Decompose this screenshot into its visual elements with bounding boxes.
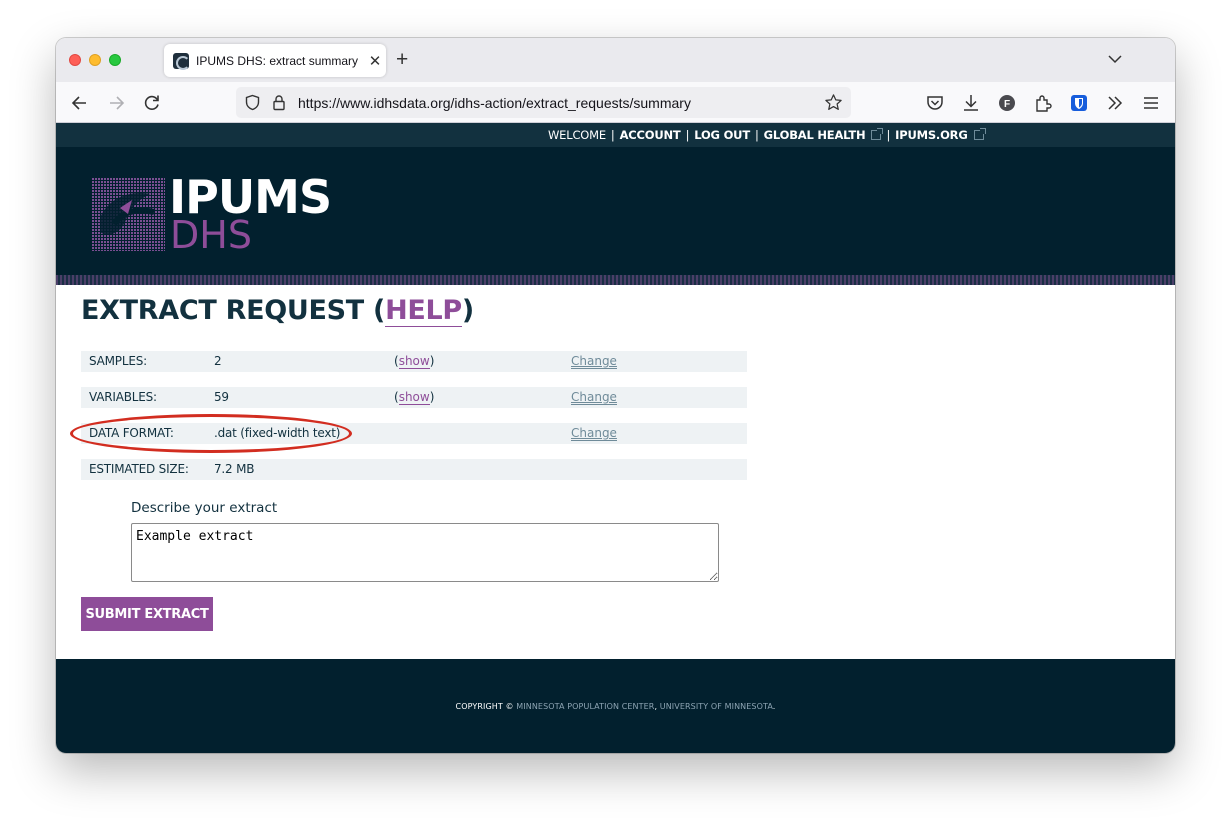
extensions-puzzle-icon[interactable]	[1033, 93, 1053, 113]
logout-link[interactable]: LOG OUT	[694, 128, 750, 142]
navigation-toolbar: https://www.idhsdata.org/idhs-action/ext…	[56, 82, 1175, 123]
hamburger-menu-icon[interactable]	[1141, 93, 1161, 113]
account-link[interactable]: ACCOUNT	[620, 128, 681, 142]
variables-change-link[interactable]: Change	[571, 390, 617, 405]
svg-text:F: F	[1004, 99, 1010, 110]
account-avatar-icon[interactable]: F	[997, 93, 1017, 113]
estimated-size-row: ESTIMATED SIZE: 7.2 MB	[81, 459, 747, 480]
pocket-icon[interactable]	[925, 93, 945, 113]
samples-label: SAMPLES:	[89, 354, 147, 368]
tab-strip: IPUMS DHS: extract summary ✕ +	[56, 38, 1175, 82]
download-icon[interactable]	[961, 93, 981, 113]
variables-show: (show)	[394, 390, 435, 405]
variables-row: VARIABLES: 59 (show) Change	[81, 387, 747, 408]
title-prefix: EXTRACT REQUEST (	[81, 295, 386, 326]
welcome-text: WELCOME	[548, 128, 606, 142]
samples-change-link[interactable]: Change	[571, 354, 617, 369]
estimated-size-label: ESTIMATED SIZE:	[89, 462, 189, 476]
samples-row: SAMPLES: 2 (show) Change	[81, 351, 747, 372]
footer-period: .	[772, 702, 776, 711]
footer-comma: ,	[654, 702, 658, 711]
lock-icon[interactable]	[271, 94, 287, 111]
samples-show-link[interactable]: show	[398, 354, 430, 369]
global-health-link[interactable]: GLOBAL HEALTH	[764, 128, 866, 142]
page-content: WELCOME | ACCOUNT | LOG OUT | GLOBAL HEALTH | IP…	[56, 123, 1175, 753]
variables-show-link[interactable]: show	[398, 390, 430, 405]
samples-show: (show)	[394, 354, 435, 369]
url-bar[interactable]: https://www.idhsdata.org/idhs-action/ext…	[236, 87, 851, 118]
chevron-down-icon[interactable]	[1107, 51, 1123, 67]
describe-extract-textarea[interactable]	[131, 523, 719, 582]
site-header: IPUMS DHS	[56, 147, 1175, 285]
umn-link[interactable]: UNIVERSITY OF MINNESOTA	[660, 702, 773, 711]
forward-arrow-icon[interactable]	[106, 93, 126, 113]
external-link-icon	[871, 128, 884, 140]
logo-dhs-text[interactable]: DHS	[170, 216, 252, 254]
header-decorative-stripe	[56, 275, 1175, 285]
describe-extract-label: Describe your extract	[131, 500, 278, 516]
bitwarden-icon[interactable]	[1069, 93, 1089, 113]
zoom-window-button[interactable]	[109, 54, 121, 66]
data-format-highlight-annotation	[70, 414, 352, 453]
more-tools-chevrons-icon[interactable]	[1105, 93, 1125, 113]
close-window-button[interactable]	[69, 54, 81, 66]
copyright-text: COPYRIGHT ©	[455, 702, 514, 711]
site-footer: COPYRIGHT © MINNESOTA POPULATION CENTER,…	[56, 659, 1175, 753]
ipums-org-link[interactable]: IPUMS.ORG	[895, 128, 968, 142]
title-suffix: )	[461, 295, 474, 326]
data-format-change-link[interactable]: Change	[571, 426, 617, 441]
reload-icon[interactable]	[142, 93, 162, 113]
help-link[interactable]: HELP	[385, 295, 462, 327]
tab-title: IPUMS DHS: extract summary	[196, 53, 359, 68]
url-text: https://www.idhsdata.org/idhs-action/ext…	[298, 95, 691, 111]
tab-close-icon[interactable]: ✕	[364, 52, 386, 70]
back-arrow-icon[interactable]	[70, 93, 90, 113]
page-title: EXTRACT REQUEST (HELP)	[81, 295, 474, 327]
variables-label: VARIABLES:	[89, 390, 157, 404]
minimize-window-button[interactable]	[89, 54, 101, 66]
ipums-favicon-icon	[173, 52, 190, 70]
star-bookmark-icon[interactable]	[824, 93, 843, 112]
estimated-size-value: 7.2 MB	[214, 462, 255, 476]
samples-value: 2	[214, 354, 222, 368]
mpc-link[interactable]: MINNESOTA POPULATION CENTER	[516, 702, 654, 711]
external-link-icon	[973, 128, 986, 140]
shield-icon[interactable]	[244, 94, 261, 111]
browser-window: IPUMS DHS: extract summary ✕ + https://w…	[56, 38, 1175, 753]
footer-copyright: COPYRIGHT © MINNESOTA POPULATION CENTER,…	[56, 702, 1175, 711]
variables-value: 59	[214, 390, 229, 404]
submit-extract-button[interactable]: SUBMIT EXTRACT	[81, 597, 213, 631]
top-navigation: WELCOME | ACCOUNT | LOG OUT | GLOBAL HEALTH | IP…	[56, 123, 1175, 147]
new-tab-button[interactable]: +	[396, 48, 408, 72]
ipums-globe-logo-icon[interactable]	[92, 178, 165, 251]
tab-active[interactable]: IPUMS DHS: extract summary ✕	[164, 44, 386, 77]
